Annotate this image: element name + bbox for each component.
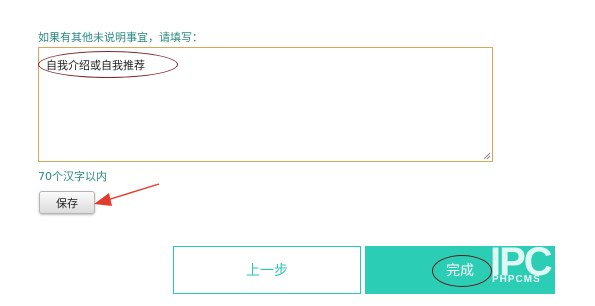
finish-button-label: 完成	[446, 263, 474, 279]
previous-step-label: 上一步	[246, 263, 288, 279]
annotation-arrow-icon	[94, 183, 160, 206]
remarks-textarea-value: 自我介绍或自我推荐	[46, 59, 145, 72]
previous-step-button[interactable]: 上一步	[173, 246, 361, 294]
save-button-label: 保存	[56, 196, 78, 210]
remarks-textarea[interactable]: 自我介绍或自我推荐	[38, 47, 493, 162]
watermark-text: PHPCMS	[492, 274, 541, 285]
resize-grip-icon[interactable]	[482, 151, 491, 160]
phpcms-watermark-logo: IPC PHPCMS	[490, 244, 556, 290]
remarks-prompt-label: 如果有其他未说明事宜，请填写：	[38, 31, 203, 44]
page: 如果有其他未说明事宜，请填写： 自我介绍或自我推荐 70个汉字以内 保存 上一步…	[0, 0, 595, 306]
save-button[interactable]: 保存	[39, 191, 95, 214]
